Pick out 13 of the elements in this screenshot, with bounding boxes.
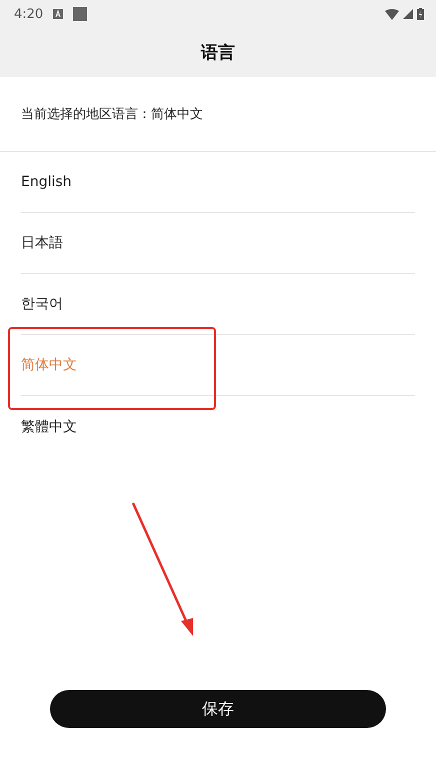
language-option[interactable]: 한국어 <box>21 274 415 335</box>
signal-icon <box>403 9 413 19</box>
battery-icon <box>417 8 424 20</box>
save-button[interactable]: 保存 <box>50 690 386 728</box>
page-title: 语言 <box>201 42 235 64</box>
language-option[interactable]: 繁體中文 <box>21 396 415 457</box>
notification-icon <box>53 9 64 19</box>
notification-icon <box>73 7 88 21</box>
current-language-text: 当前选择的地区语言：简体中文 <box>21 106 203 123</box>
status-time: 4:20 <box>14 6 44 22</box>
wifi-icon <box>385 8 399 20</box>
language-option[interactable]: 日本語 <box>21 213 415 274</box>
language-option[interactable]: English <box>21 152 415 213</box>
